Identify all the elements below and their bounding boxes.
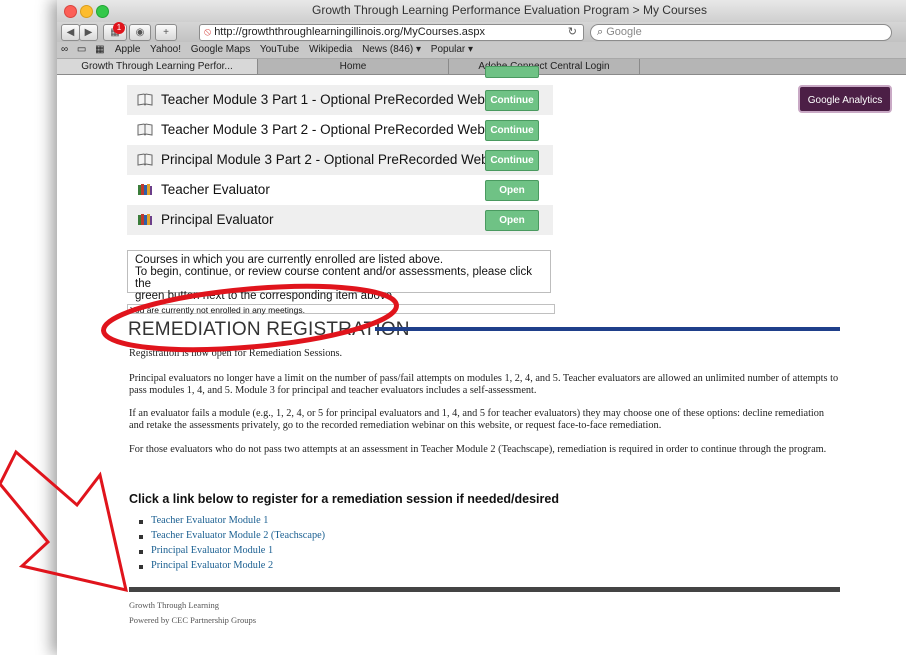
- notification-badge: 1: [113, 22, 125, 34]
- open-button[interactable]: Open: [485, 210, 539, 231]
- bookmark-apple[interactable]: Apple: [115, 44, 141, 55]
- list-item: Teacher Evaluator Module 1: [139, 515, 325, 530]
- google-analytics-button[interactable]: Google Analytics: [798, 85, 892, 113]
- course-row: Principal Module 3 Part 2 - Optional Pre…: [127, 145, 553, 175]
- remediation-link-list: Teacher Evaluator Module 1 Teacher Evalu…: [139, 515, 325, 575]
- course-row: Teacher Module 3 Part 2 - Optional PreRe…: [127, 115, 553, 145]
- notice-line: green button next to the corresponding i…: [135, 290, 396, 302]
- bookmark-popular[interactable]: Popular ▾: [431, 44, 473, 55]
- enrollment-notice: Courses in which you are currently enrol…: [127, 250, 551, 302]
- browser-toolbar: ◀ ▶ ▦ 1 ◉ + ⦸http://growththroughlearnin…: [57, 22, 906, 42]
- bookmark-youtube[interactable]: YouTube: [260, 44, 299, 55]
- book-icon: [137, 93, 153, 106]
- bookmark-wikipedia[interactable]: Wikipedia: [309, 44, 352, 55]
- register-heading: Click a link below to register for a rem…: [129, 492, 559, 506]
- notice-line: To begin, continue, or review course con…: [135, 266, 532, 290]
- books-icon: [138, 214, 152, 225]
- footer-powered-by: Powered by CEC Partnership Groups: [129, 615, 257, 625]
- remediation-paragraph: If an evaluator fails a module (e.g., 1,…: [129, 408, 825, 431]
- tab-growth-through-learning[interactable]: Growth Through Learning Perfor...: [57, 59, 258, 74]
- forward-button[interactable]: ▶: [79, 24, 98, 41]
- reload-icon[interactable]: ↻: [568, 25, 577, 40]
- top-sites-button[interactable]: ▦ 1: [103, 22, 127, 41]
- reading-list-icon[interactable]: ∞: [61, 44, 68, 55]
- bullet: [139, 550, 143, 554]
- meetings-status: You are currently not enrolled in any me…: [127, 304, 555, 315]
- course-title: Principal Module 3 Part 2 - Optional Pre…: [161, 152, 512, 167]
- continue-button[interactable]: Continue: [485, 90, 539, 111]
- book-icon: [137, 123, 153, 136]
- footer-org: Growth Through Learning: [129, 600, 220, 610]
- remediation-paragraph: For those evaluators who do not pass two…: [129, 444, 827, 455]
- bookmark-news[interactable]: News (846) ▾: [362, 44, 421, 55]
- remediation-paragraph: Registration is now open for Remediation…: [129, 348, 343, 359]
- tab-bar: Growth Through Learning Perfor... Home A…: [57, 59, 906, 75]
- url-text: http://growththroughlearningillinois.org…: [214, 26, 486, 38]
- notice-line: Courses in which you are currently enrol…: [135, 254, 444, 266]
- list-item: Principal Evaluator Module 1: [139, 545, 325, 560]
- site-favicon-icon: ⦸: [204, 26, 212, 38]
- minimize-window-icon[interactable]: [80, 5, 93, 18]
- page-content: Teacher Module 3 Part 1 - Optional PreRe…: [57, 66, 906, 655]
- teacher-module-1-link[interactable]: Teacher Evaluator Module 1: [151, 515, 268, 526]
- bullet: [139, 520, 143, 524]
- bookmark-google-maps[interactable]: Google Maps: [191, 44, 250, 55]
- reader-button[interactable]: ◉: [129, 24, 151, 41]
- top-sites-grid-icon[interactable]: ▦: [95, 44, 104, 55]
- book-icon: [137, 153, 153, 166]
- bookmarks-book-icon[interactable]: ▭: [77, 44, 86, 55]
- back-button[interactable]: ◀: [61, 24, 80, 41]
- bookmark-yahoo[interactable]: Yahoo!: [150, 44, 181, 55]
- bullet: [139, 565, 143, 569]
- open-button[interactable]: Open: [485, 180, 539, 201]
- window-title: Growth Through Learning Performance Eval…: [312, 3, 707, 17]
- heading-rule: [375, 327, 840, 331]
- add-bookmark-button[interactable]: +: [155, 24, 177, 41]
- continue-button[interactable]: Continue: [485, 150, 539, 171]
- course-row: Principal Evaluator Open: [127, 205, 553, 235]
- course-row: Teacher Module 3 Part 1 - Optional PreRe…: [127, 85, 553, 115]
- teacher-module-2-link[interactable]: Teacher Evaluator Module 2 (Teachscape): [151, 530, 325, 541]
- books-icon: [138, 184, 152, 195]
- partial-continue-button[interactable]: [485, 66, 539, 78]
- search-icon: ⌕: [597, 26, 604, 38]
- remediation-paragraph: Principal evaluators no longer have a li…: [129, 373, 839, 396]
- maximize-window-icon[interactable]: [96, 5, 109, 18]
- list-item: Teacher Evaluator Module 2 (Teachscape): [139, 530, 325, 545]
- tab-home[interactable]: Home: [258, 59, 449, 74]
- course-title: Principal Evaluator: [161, 212, 274, 227]
- continue-button[interactable]: Continue: [485, 120, 539, 141]
- title-bar: Growth Through Learning Performance Eval…: [57, 0, 906, 23]
- list-item: Principal Evaluator Module 2: [139, 560, 325, 575]
- remediation-heading: REMEDIATION REGISTRATION: [128, 319, 410, 340]
- tab-adobe-connect[interactable]: Adobe Connect Central Login: [449, 59, 640, 74]
- bullet: [139, 535, 143, 539]
- principal-module-2-link[interactable]: Principal Evaluator Module 2: [151, 560, 273, 571]
- footer-rule: [129, 587, 840, 592]
- course-title: Teacher Evaluator: [161, 182, 270, 197]
- course-row: Teacher Evaluator Open: [127, 175, 553, 205]
- bookmarks-bar: ∞ ▭ ▦ Apple Yahoo! Google Maps YouTube W…: [57, 42, 906, 59]
- search-placeholder: Google: [606, 26, 642, 38]
- principal-module-1-link[interactable]: Principal Evaluator Module 1: [151, 545, 273, 556]
- course-title: Teacher Module 3 Part 2 - Optional PreRe…: [161, 122, 508, 137]
- course-title: Teacher Module 3 Part 1 - Optional PreRe…: [161, 92, 508, 107]
- close-window-icon[interactable]: [64, 5, 77, 18]
- search-field[interactable]: ⌕ Google: [590, 24, 892, 41]
- browser-window: Growth Through Learning Performance Eval…: [57, 0, 906, 655]
- address-bar[interactable]: ⦸ http://growththroughlearningillinois.or…: [199, 24, 584, 41]
